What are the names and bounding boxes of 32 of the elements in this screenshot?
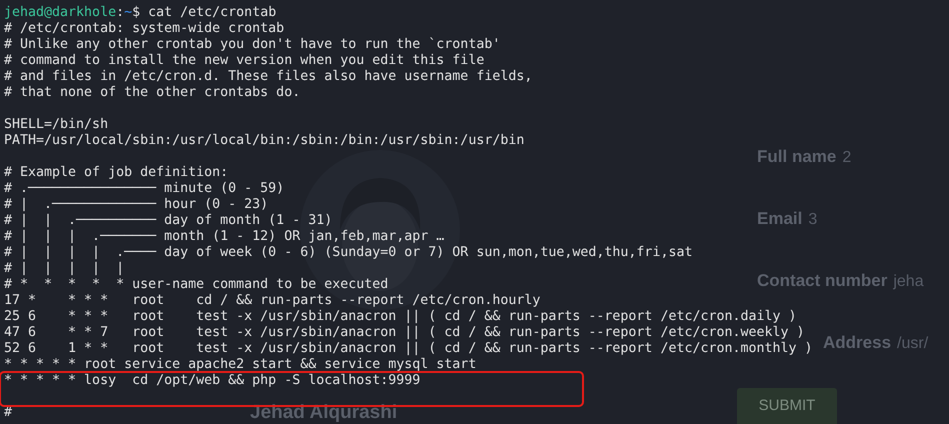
field-label: Address (823, 332, 892, 354)
terminal-line: # | | | | | (4, 261, 124, 277)
field-value: /usr/ (897, 334, 928, 354)
terminal-line: # Example of job definition: (4, 165, 228, 181)
terminal-line: # /etc/crontab: system-wide crontab (4, 21, 284, 37)
terminal-line: * * * * * root service apache2 start && service mysql start (4, 357, 476, 373)
terminal-line: 17 * * * * root cd / && run-parts --report /etc/cron.hourly (4, 293, 540, 309)
terminal-line: # .──────────────── minute (0 - 59) (4, 181, 284, 197)
terminal-line: # | | | .─────── month (1 - 12) OR jan,feb,mar,apr … (4, 229, 444, 245)
terminal-line: PATH=/usr/local/sbin:/usr/local/bin:/sbin:/bin:/usr/sbin:/usr/bin (4, 133, 524, 149)
field-value: 2 (842, 148, 852, 168)
submit-button[interactable]: SUBMIT (737, 388, 837, 424)
terminal-line: 47 6 * * 7 root test -x /usr/sbin/anacron || ( cd / && run-parts --report /etc/cron.weekly ) (4, 325, 805, 341)
terminal-line: 52 6 1 * * root test -x /usr/sbin/anacron || ( cd / && run-parts --report /etc/cron.monthly ) (4, 341, 813, 357)
field-label: Email (757, 208, 802, 230)
terminal-line: SHELL=/bin/sh (4, 117, 108, 133)
field-value: 3 (808, 210, 818, 230)
terminal-line: # | | | | .──── day of week (0 - 6) (Sunday=0 or 7) OR sun,mon,tue,wed,thu,fri,sat (4, 245, 692, 261)
field-value: jeha (893, 272, 924, 292)
terminal-line: # Unlike any other crontab you don't have to run the `crontab' (4, 37, 500, 53)
terminal-line: # command to install the new version when you edit this file (4, 53, 484, 69)
terminal-line: * * * * * losy cd /opt/web && php -S localhost:9999 (4, 373, 420, 389)
terminal-line: # (4, 405, 12, 421)
terminal-line: # | .───────────── hour (0 - 23) (4, 197, 268, 213)
prompt-line: jehad@darkhole:~$ cat /etc/crontab (4, 5, 278, 21)
terminal-line: # * * * * * user-name command to be executed (4, 277, 388, 293)
terminal-line: # and files in /etc/cron.d. These files also have username fields, (4, 69, 532, 85)
terminal-line: 25 6 * * * root test -x /usr/sbin/anacron || ( cd / && run-parts --report /etc/cron.daily ) (4, 309, 797, 325)
field-label: Contact number (757, 270, 888, 292)
terminal-line: # that none of the other crontabs do. (4, 85, 300, 101)
field-label: Full name (757, 146, 836, 168)
terminal-line: # | | .────────── day of month (1 - 31) (4, 213, 332, 229)
